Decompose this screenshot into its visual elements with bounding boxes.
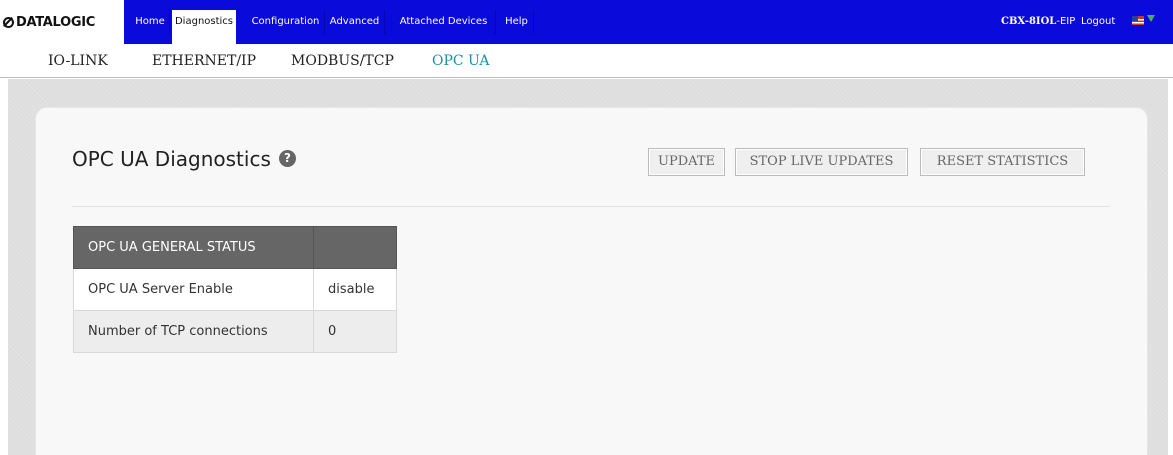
subtab-modbus-tcp[interactable]: MODBUS/TCP [291, 53, 394, 69]
nav-attached-devices[interactable]: Attached Devices [392, 10, 496, 34]
table-header-row: OPC UA GENERAL STATUS [73, 226, 397, 269]
subtab-bar: IO-LINK ETHERNET/IP MODBUS/TCP OPC UA [0, 44, 1173, 78]
row-value: 0 [313, 310, 397, 353]
device-name-model: CBX-8IOL [1001, 16, 1057, 27]
subtab-io-link[interactable]: IO-LINK [48, 53, 108, 69]
top-bar: DATALOGIC Home Diagnostics Configuration… [0, 0, 1173, 44]
nav-help[interactable]: Help [500, 10, 534, 34]
row-value: disable [313, 268, 397, 311]
logo-mark-icon [3, 16, 14, 28]
chevron-down-icon[interactable] [1147, 15, 1155, 22]
nav-home[interactable]: Home [131, 10, 170, 34]
reset-statistics-button[interactable]: RESET STATISTICS [920, 148, 1085, 176]
nav-configuration[interactable]: Configuration [247, 10, 325, 34]
divider [72, 206, 1110, 207]
page-title: OPC UA Diagnostics [72, 147, 271, 171]
us-flag-icon[interactable] [1132, 16, 1144, 25]
device-name: CBX-8IOL-EIP [1001, 10, 1075, 34]
table-header-value [313, 226, 397, 269]
table-row: Number of TCP connections 0 [73, 310, 397, 353]
logo-text: DATALOGIC [16, 14, 95, 30]
subtab-ethernet-ip[interactable]: ETHERNET/IP [152, 53, 256, 69]
opc-ua-status-table: OPC UA GENERAL STATUS OPC UA Server Enab… [73, 226, 397, 353]
datalogic-logo: DATALOGIC [3, 12, 95, 32]
main-nav: Home Diagnostics Configuration Advanced … [124, 0, 1173, 44]
subtab-opc-ua[interactable]: OPC UA [432, 53, 490, 69]
table-header: OPC UA GENERAL STATUS [73, 226, 314, 269]
update-button[interactable]: UPDATE [648, 148, 725, 176]
nav-advanced[interactable]: Advanced [325, 10, 385, 34]
stop-live-updates-button[interactable]: STOP LIVE UPDATES [735, 148, 908, 176]
row-label: Number of TCP connections [73, 310, 314, 353]
help-icon[interactable]: ? [279, 150, 296, 167]
table-row: OPC UA Server Enable disable [73, 268, 397, 311]
row-label: OPC UA Server Enable [73, 268, 314, 311]
device-name-suffix: -EIP [1056, 16, 1076, 27]
nav-diagnostics[interactable]: Diagnostics [172, 10, 236, 44]
logout-link[interactable]: Logout [1081, 10, 1115, 34]
